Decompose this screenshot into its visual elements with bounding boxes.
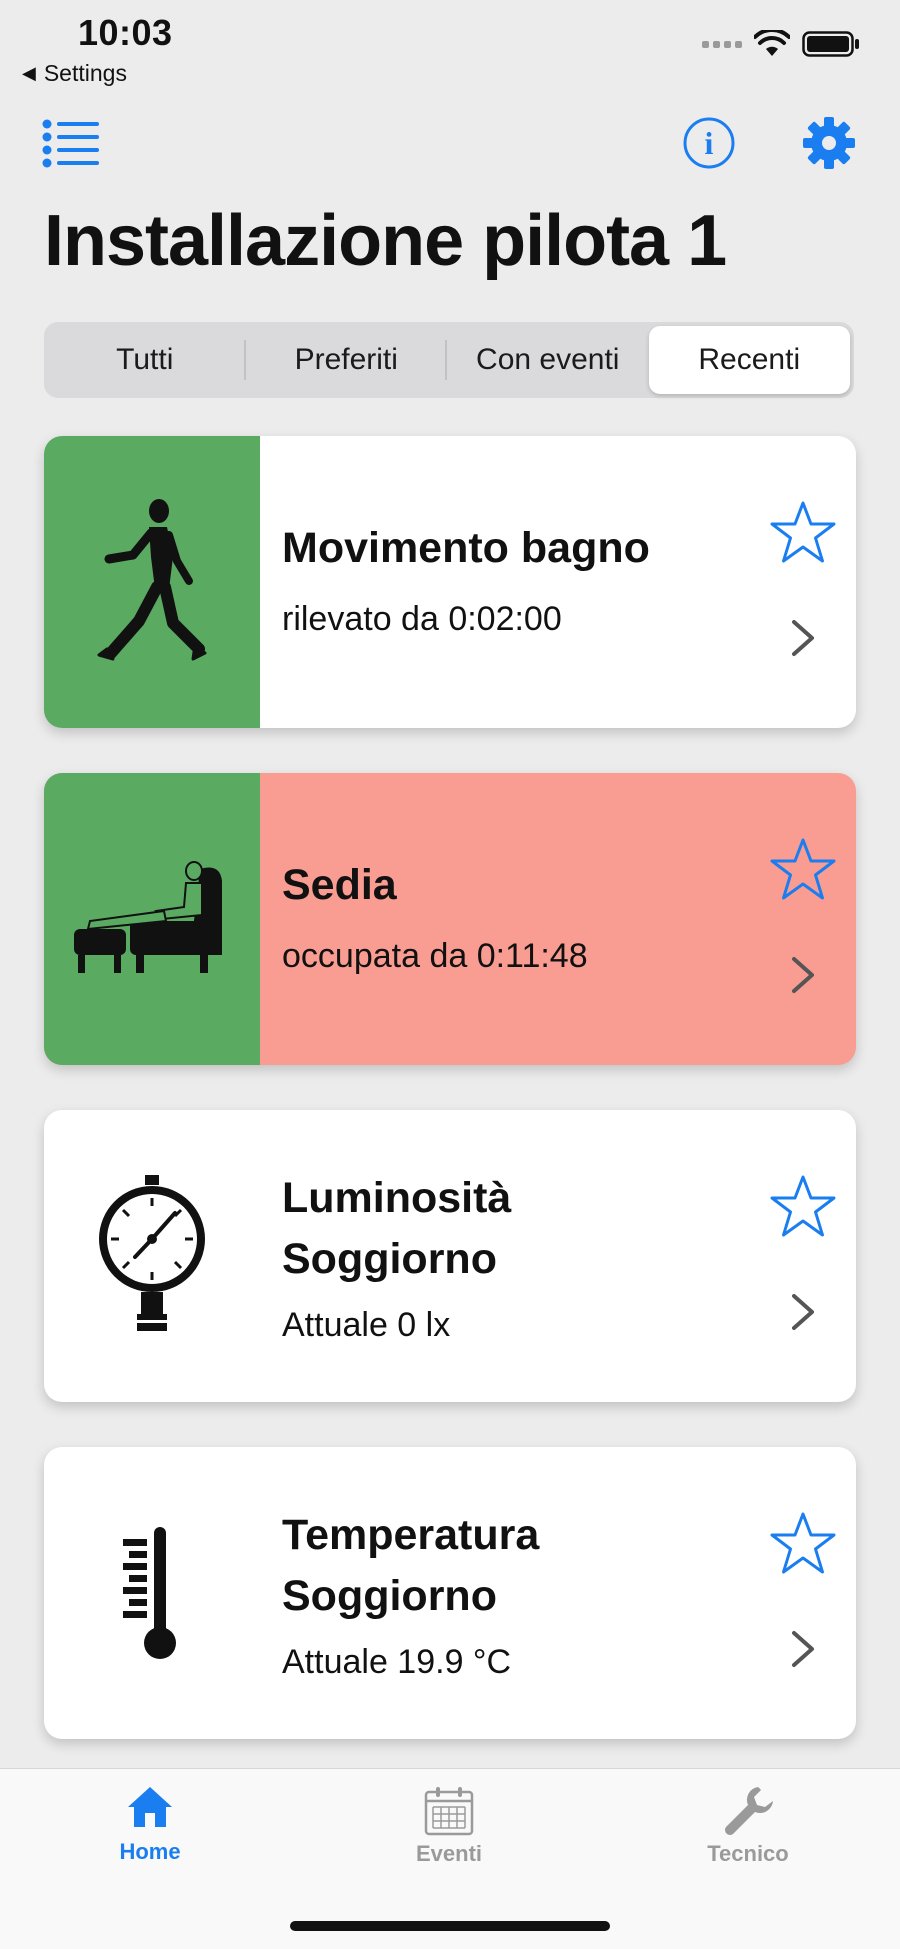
card-icon-area <box>44 436 260 728</box>
favorite-star-icon[interactable] <box>770 1511 836 1575</box>
card-title: Movimento bagno <box>282 524 650 572</box>
back-to-settings-link[interactable]: ◀ Settings <box>22 60 127 87</box>
sensor-card-sedia[interactable]: Sedia occupata da 0:11:48 <box>44 773 856 1065</box>
card-title-line1: Luminosità <box>282 1174 512 1222</box>
status-time: 10:03 <box>78 12 173 53</box>
card-icon-area <box>44 1110 260 1402</box>
tab-home-label: Home <box>119 1839 181 1864</box>
card-subtitle: occupata da 0:11:48 <box>282 937 588 975</box>
segment-recenti[interactable]: Recenti <box>648 326 850 394</box>
thermometer-icon <box>123 1527 176 1659</box>
card-icon-area <box>44 1447 260 1739</box>
wifi-icon <box>754 30 790 56</box>
card-title-line2: Soggiorno <box>282 1235 497 1283</box>
sensor-card-luminosita-soggiorno[interactable]: Luminosità Soggiorno Attuale 0 lx <box>44 1110 856 1402</box>
card-subtitle: Attuale 0 lx <box>282 1306 451 1344</box>
favorite-star-icon[interactable] <box>770 500 836 564</box>
gear-icon[interactable] <box>802 116 856 170</box>
cellular-signal-icon <box>702 40 742 48</box>
card-title-line2: Soggiorno <box>282 1572 497 1620</box>
card-subtitle: rilevato da 0:02:00 <box>282 600 562 638</box>
wrench-icon <box>725 1787 773 1835</box>
card-title: Temperatura Soggiorno <box>282 1505 539 1627</box>
card-title: Luminosità Soggiorno <box>282 1168 511 1290</box>
segment-tutti[interactable]: Tutti <box>44 326 246 394</box>
home-indicator[interactable] <box>290 1921 610 1931</box>
back-triangle-icon: ◀ <box>22 63 36 83</box>
list-menu-icon[interactable] <box>42 118 100 168</box>
sensor-card-temperatura-soggiorno[interactable]: Temperatura Soggiorno Attuale 19.9 °C <box>44 1447 856 1739</box>
gauge-icon <box>99 1175 205 1331</box>
chevron-right-icon[interactable] <box>790 618 816 658</box>
chevron-right-icon[interactable] <box>790 1629 816 1669</box>
svg-text:i: i <box>705 125 714 161</box>
tab-home[interactable]: Home <box>70 1785 230 1865</box>
tab-eventi[interactable]: Eventi <box>369 1785 529 1867</box>
info-icon[interactable]: i <box>682 116 736 170</box>
calendar-icon <box>424 1787 474 1836</box>
chevron-right-icon[interactable] <box>790 1292 816 1332</box>
sensor-card-movimento-bagno[interactable]: Movimento bagno rilevato da 0:02:00 <box>44 436 856 728</box>
back-label: Settings <box>43 60 127 86</box>
favorite-star-icon[interactable] <box>770 1174 836 1238</box>
filter-segmented-control: Tutti Preferiti Con eventi Recenti <box>44 322 854 398</box>
segment-con-eventi[interactable]: Con eventi <box>447 326 649 394</box>
card-subtitle: Attuale 19.9 °C <box>282 1643 512 1681</box>
battery-icon <box>802 31 859 57</box>
chevron-right-icon[interactable] <box>790 955 816 995</box>
segment-preferiti[interactable]: Preferiti <box>246 326 448 394</box>
armchair-icon <box>74 861 222 973</box>
card-title: Sedia <box>282 861 397 909</box>
favorite-star-icon[interactable] <box>770 837 836 901</box>
page-title: Installazione pilota 1 <box>44 201 727 281</box>
tab-tecnico[interactable]: Tecnico <box>668 1785 828 1867</box>
tab-tecnico-label: Tecnico <box>707 1841 789 1866</box>
card-icon-area <box>44 773 260 1065</box>
tab-eventi-label: Eventi <box>415 1841 483 1866</box>
home-icon <box>128 1787 172 1827</box>
status-indicators <box>702 30 860 58</box>
card-title-line1: Temperatura <box>282 1511 540 1559</box>
walking-person-icon <box>97 499 207 661</box>
